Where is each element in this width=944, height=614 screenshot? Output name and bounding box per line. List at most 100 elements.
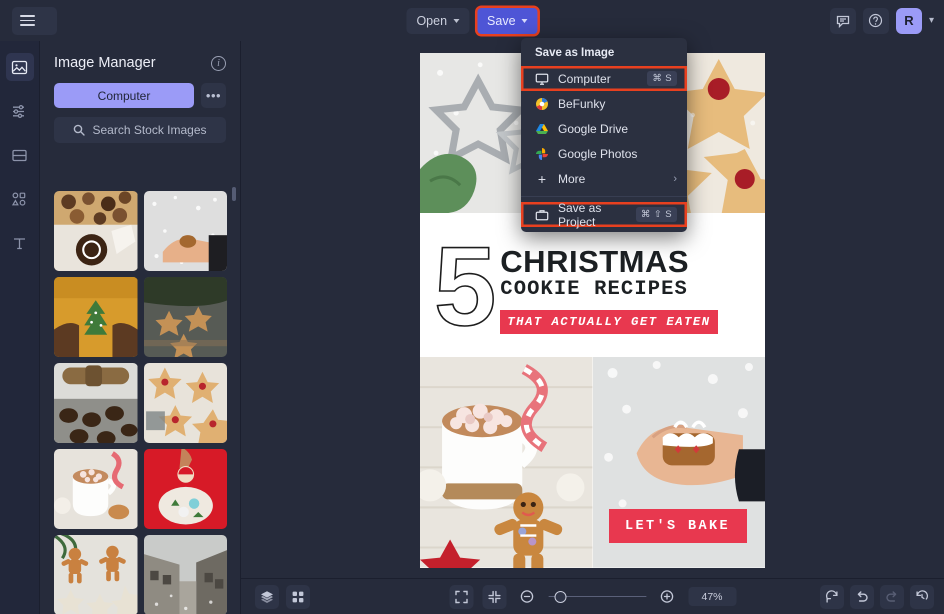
rail-item-image-manager[interactable] — [5, 53, 34, 81]
zoom-out-button[interactable] — [515, 585, 539, 609]
collapse-view-button[interactable] — [482, 584, 506, 609]
zoom-level-value[interactable]: 47% — [688, 587, 736, 606]
zoom-slider-handle[interactable] — [554, 590, 566, 603]
google-drive-icon — [536, 123, 548, 134]
undo-button[interactable] — [850, 584, 874, 609]
top-bar-center: Open Save — [406, 0, 538, 41]
redo-button[interactable] — [880, 584, 904, 609]
thumbnail-item[interactable] — [54, 363, 138, 443]
menu-item-google-photos[interactable]: Google Photos — [521, 141, 687, 166]
zoom-slider[interactable] — [548, 590, 646, 603]
thumbnail-item[interactable] — [54, 449, 138, 529]
panel-scrollbar-thumb[interactable] — [232, 187, 236, 201]
thumbnail-item[interactable] — [143, 191, 227, 271]
menu-item-label: BeFunky — [558, 96, 606, 111]
cta-button[interactable]: LET'S BAKE — [608, 509, 747, 543]
hamburger-icon[interactable] — [20, 15, 35, 26]
artboard-title-block: 5 CHRISTMAS COOKIE RECIPES THAT ACTUALLY… — [420, 213, 765, 358]
design-ribbon-text: THAT ACTUALLY GET EATEN — [500, 309, 718, 335]
top-bar-right: R ▾ — [829, 0, 934, 41]
search-placeholder-text: Search Stock Images — [92, 123, 207, 137]
rail-item-templates[interactable] — [6, 141, 34, 169]
thumbnail-item[interactable] — [143, 449, 227, 529]
menu-item-label: Google Photos — [558, 146, 638, 161]
history-button[interactable] — [910, 584, 934, 609]
avatar-initial: R — [904, 13, 914, 28]
menu-item-label: More — [558, 171, 586, 186]
layers-icon — [261, 590, 273, 603]
undo-icon — [857, 590, 868, 602]
design-headline: CHRISTMAS — [500, 244, 690, 280]
feedback-button[interactable] — [829, 7, 856, 34]
fit-to-screen-icon — [454, 590, 468, 603]
google-photos-icon — [536, 147, 548, 160]
menu-item-label: Google Drive — [558, 121, 629, 136]
more-sources-button[interactable]: ••• — [201, 83, 226, 108]
minus-circle-icon — [520, 590, 534, 603]
bottom-bar-left — [255, 584, 310, 609]
menu-item-label: Save as Project — [558, 200, 602, 229]
page-title: Image Manager — [54, 55, 156, 71]
photo-hand-with-cookie-panel[interactable]: LET'S BAKE — [592, 357, 765, 568]
save-button[interactable]: Save — [477, 7, 538, 34]
design-subheadline: COOKIE RECIPES — [500, 278, 688, 302]
rail-item-graphics[interactable] — [6, 185, 34, 213]
thumbnail-item[interactable] — [143, 535, 227, 614]
menu-item-google-drive[interactable]: Google Drive — [521, 116, 687, 141]
rail-item-adjustments[interactable] — [6, 97, 34, 125]
menu-item-shortcut: ⌘ S — [647, 71, 677, 86]
panel-actions: Computer ••• — [40, 71, 240, 108]
befunky-icon — [536, 97, 548, 110]
menu-item-computer[interactable]: Computer ⌘ S — [521, 66, 687, 91]
upload-from-computer-button[interactable]: Computer — [54, 83, 194, 108]
thumbnail-item[interactable] — [54, 191, 138, 271]
photo-cocoa-and-gingerbread[interactable] — [420, 357, 593, 568]
menu-heading: Save as Image — [535, 47, 615, 59]
menu-item-befunky[interactable]: BeFunky — [521, 91, 687, 116]
rail-item-text[interactable] — [6, 229, 34, 257]
search-stock-images-input[interactable]: Search Stock Images — [54, 117, 226, 143]
fit-to-screen-button[interactable] — [449, 584, 473, 609]
layers-button[interactable] — [255, 584, 279, 609]
chevron-right-icon: › — [673, 172, 677, 185]
search-icon — [74, 124, 86, 136]
chevron-down-icon — [453, 18, 460, 23]
plus-circle-icon — [660, 590, 674, 603]
chevron-down-icon — [521, 18, 528, 23]
menu-item-more[interactable]: + More › — [521, 166, 687, 191]
thumbnail-grid — [40, 183, 241, 614]
reset-button[interactable] — [820, 584, 844, 609]
collapse-icon — [487, 590, 501, 603]
brand-menu-button[interactable] — [12, 6, 57, 35]
save-button-label: Save — [487, 13, 516, 28]
open-button[interactable]: Open — [406, 7, 470, 34]
bottom-bar: 47% — [241, 578, 944, 614]
thumbnail-item[interactable] — [143, 277, 227, 357]
help-button[interactable] — [862, 7, 889, 34]
menu-item-save-as-project[interactable]: Save as Project ⌘ ⇧ S — [521, 200, 687, 229]
info-icon[interactable]: i — [211, 55, 226, 71]
menu-item-shortcut: ⌘ ⇧ S — [635, 207, 677, 222]
cta-label: LET'S BAKE — [624, 518, 730, 534]
save-dropdown-menu: Save as Image Computer ⌘ S BeFunky Googl… — [521, 38, 687, 232]
briefcase-icon — [535, 209, 549, 220]
thumbnail-item[interactable] — [54, 535, 138, 614]
panel-header: Image Manager i — [40, 41, 240, 71]
menu-divider — [521, 196, 687, 197]
panel-scrollbar[interactable] — [232, 187, 236, 607]
grid-button[interactable] — [286, 584, 310, 609]
thumbnail-item[interactable] — [143, 363, 227, 443]
history-controls — [820, 584, 934, 609]
plus-icon: + — [537, 170, 547, 187]
zoom-in-button[interactable] — [655, 585, 679, 609]
artboard-bottom-row: LET'S BAKE — [420, 357, 765, 568]
image-manager-panel: Image Manager i Computer ••• Search Stoc… — [40, 41, 241, 614]
design-numeral: 5 — [433, 223, 497, 349]
account-chevron-down-icon[interactable]: ▾ — [929, 15, 934, 26]
grid-icon — [292, 591, 304, 602]
reset-icon — [825, 589, 838, 603]
thumbnail-item[interactable] — [54, 277, 138, 357]
zoom-controls: 47% — [449, 584, 736, 609]
avatar[interactable]: R — [895, 7, 922, 34]
monitor-icon — [535, 73, 549, 85]
